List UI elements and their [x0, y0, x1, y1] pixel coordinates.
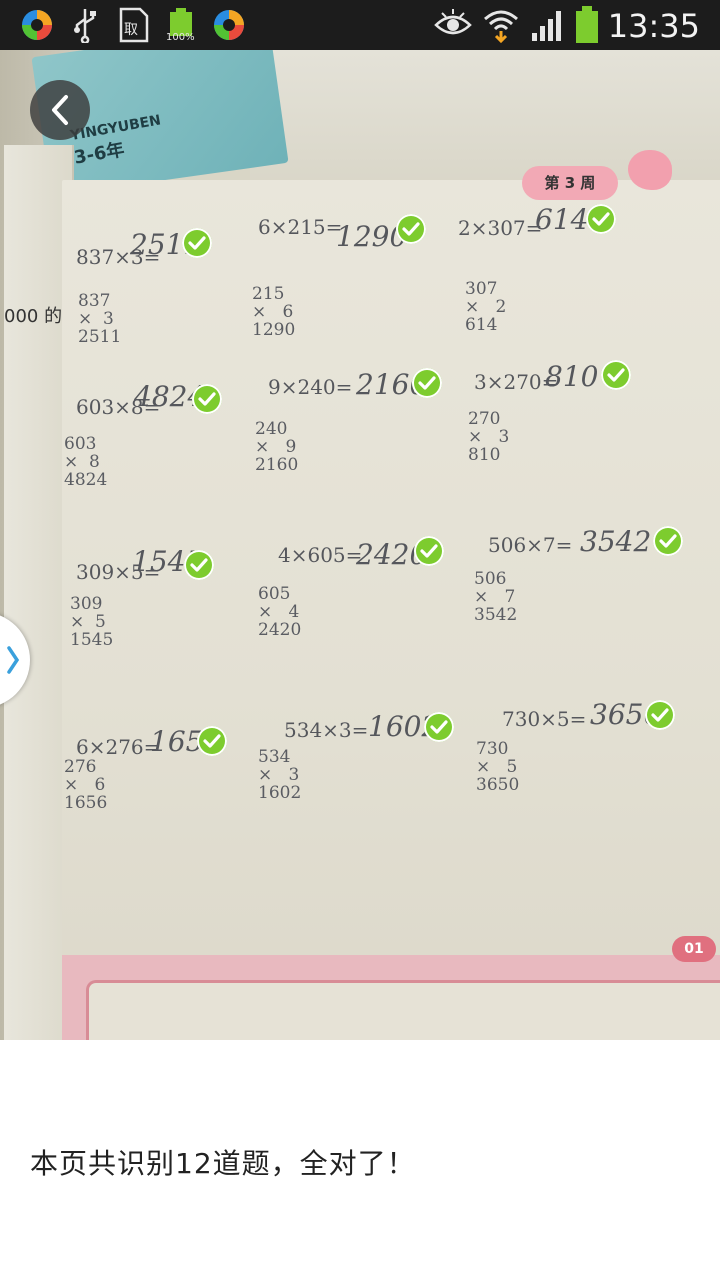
problem-answer: 614	[535, 203, 589, 236]
flower-decoration	[628, 150, 672, 190]
left-page-text: 000 的	[4, 306, 63, 327]
battery-icon	[574, 6, 600, 44]
check-mark-icon	[601, 360, 631, 390]
check-mark-icon	[192, 384, 222, 414]
chevron-right-icon	[7, 646, 20, 674]
page-number: 01	[684, 941, 704, 957]
photo-right-page	[62, 180, 720, 1040]
problem-equation: 2×307=	[458, 216, 543, 240]
clipboard-icon: 取	[119, 7, 149, 43]
svg-text:取: 取	[124, 22, 138, 38]
problem-answer: 810	[545, 360, 599, 393]
status-bar: 取 100% 13:35	[0, 0, 720, 50]
homework-photo: YINGYUBEN 3-6年 000 的 01 第 3 周 837×3= 2511…	[0, 50, 720, 1040]
page-bottom-inner	[86, 980, 720, 1040]
eye-icon	[434, 9, 472, 35]
check-mark-icon	[182, 228, 212, 258]
wifi-icon	[484, 10, 518, 43]
check-mark-icon	[396, 214, 426, 244]
check-mark-icon	[197, 726, 227, 756]
check-mark-icon	[424, 712, 454, 742]
problem-equation: 4×605=	[278, 543, 363, 567]
problem-working: 307 × 2 614	[465, 279, 507, 335]
problem-equation: 534×3=	[284, 718, 369, 742]
app-icon	[22, 10, 52, 40]
week-tag: 第 3 周	[522, 166, 618, 200]
app-icon	[214, 10, 244, 40]
check-mark-icon	[653, 526, 683, 556]
check-mark-icon	[412, 368, 442, 398]
check-mark-icon	[184, 550, 214, 580]
problem-working: 605 × 4 2420	[258, 584, 302, 640]
problem-equation: 9×240=	[268, 375, 353, 399]
signal-icon	[532, 11, 561, 41]
problem-equation: 6×215=	[258, 215, 343, 239]
problem-working: 730 × 5 3650	[476, 739, 520, 795]
problem-working: 270 × 3 810	[468, 409, 510, 465]
problem-working: 309 × 5 1545	[70, 594, 114, 650]
problem-working: 276 × 6 1656	[64, 757, 108, 813]
problem-working: 506 × 7 3542	[474, 569, 518, 625]
problem-equation: 506×7=	[488, 533, 573, 557]
problem-working: 603 × 8 4824	[64, 434, 108, 490]
problem-working: 837 × 3 2511	[78, 291, 122, 347]
check-mark-icon	[645, 700, 675, 730]
battery-small-icon: 100%	[166, 8, 195, 43]
usb-icon	[74, 9, 96, 43]
problem-working: 215 × 6 1290	[252, 284, 296, 340]
problem-equation: 730×5=	[502, 707, 587, 731]
chevron-left-icon	[52, 95, 68, 125]
check-mark-icon	[414, 536, 444, 566]
result-summary-text: 本页共识别12道题，全对了！	[30, 1147, 416, 1180]
problem-answer: 3542	[580, 525, 652, 558]
check-mark-icon	[586, 204, 616, 234]
status-time: 13:35	[607, 7, 700, 45]
problem-working: 534 × 3 1602	[258, 747, 302, 803]
back-button[interactable]	[30, 80, 90, 140]
problem-working: 240 × 9 2160	[255, 419, 299, 475]
page-number-badge: 01	[672, 936, 716, 962]
app-screen: 取 100% 13:35 YINGYUBEN 3-6年 000 的 01 第 3…	[0, 0, 720, 1280]
problem-equation: 6×276=	[76, 735, 161, 759]
battery-percent-label: 100%	[166, 32, 195, 43]
